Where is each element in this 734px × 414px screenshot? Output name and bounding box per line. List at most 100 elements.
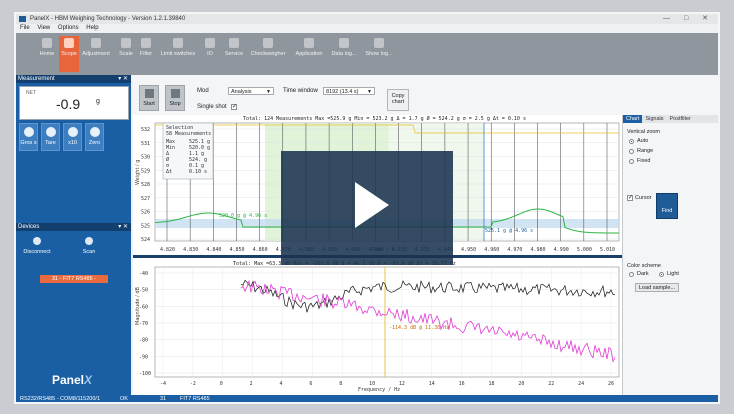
- tab-data-log[interactable]: Data log...: [330, 36, 358, 72]
- single-shot-checkbox[interactable]: ✓: [231, 104, 237, 110]
- gross-button[interactable]: Gros s: [19, 123, 38, 151]
- tab-checkweigher[interactable]: Checkweigher: [249, 36, 287, 72]
- tab-signals[interactable]: Signals: [642, 115, 666, 123]
- copy-chart-button[interactable]: Copy chart: [387, 89, 409, 111]
- cursor-checkbox[interactable]: ✓: [627, 195, 633, 201]
- find-button[interactable]: Find: [656, 193, 678, 219]
- scale-icon: [121, 38, 131, 48]
- menu-options[interactable]: Options: [58, 25, 79, 31]
- spectrum-black: [240, 279, 616, 313]
- disconnect-label: Disconnect: [23, 249, 51, 255]
- scan-label: Scan: [82, 249, 96, 255]
- top-xtick: 4.980: [531, 247, 546, 253]
- scan-button[interactable]: Scan: [74, 237, 104, 255]
- stop-button[interactable]: Stop: [165, 85, 185, 111]
- zero-button[interactable]: Zero: [85, 123, 104, 151]
- x10-button[interactable]: x10: [63, 123, 82, 151]
- zero-label: Zero: [88, 140, 101, 146]
- tab-label: IO: [207, 51, 213, 57]
- bottom-xtick: -2: [190, 381, 196, 387]
- bottom-annotation: -114.3 dB @ 11.38 Hz: [389, 325, 449, 331]
- top-ytick: 532: [141, 127, 150, 133]
- play-icon[interactable]: [355, 182, 389, 228]
- zoom-range-radio[interactable]: [629, 149, 634, 154]
- app-icon: [304, 38, 314, 48]
- device-item[interactable]: 31 - FIT7 RS485 -: [40, 275, 108, 283]
- time-window-value: 8192 (13.4 s): [326, 89, 359, 95]
- status-bar: RS232/RS485 - COM8/115200/1 OK 31 FIT7 R…: [16, 395, 718, 402]
- bottom-xtick: 22: [548, 381, 554, 387]
- panel-pin-icon[interactable]: ▾ ✕: [118, 223, 128, 231]
- plug-icon: [33, 237, 41, 245]
- bottom-xtick: 4: [279, 381, 282, 387]
- scheme-light-label: Light: [667, 271, 679, 277]
- tare-button[interactable]: Tare: [41, 123, 60, 151]
- settings-tabs: Chart Signals Postfilter: [623, 115, 718, 123]
- menu-help[interactable]: Help: [86, 25, 98, 31]
- top-xtick: 4.950: [461, 247, 476, 253]
- window-controls[interactable]: — □ ✕: [663, 14, 714, 24]
- play-icon: [145, 89, 154, 98]
- zoom-auto-label: Auto: [637, 138, 649, 144]
- tab-label: Checkweigher: [250, 51, 286, 57]
- top-ytick: 525: [141, 223, 150, 229]
- chevron-down-icon: ▼: [367, 89, 372, 95]
- mod-select[interactable]: Analysis ▼: [228, 87, 274, 95]
- menu-file[interactable]: File: [20, 25, 30, 31]
- bottom-xtick: -4: [160, 381, 166, 387]
- bottom-plot-frame: [154, 266, 620, 378]
- tab-chart[interactable]: Chart: [623, 115, 643, 123]
- bottom-ytick: -80: [139, 338, 148, 344]
- load-sample-button[interactable]: Load sample...: [635, 283, 679, 292]
- time-window-select[interactable]: 8192 (13.4 s) ▼: [323, 87, 375, 95]
- tab-label: Home: [39, 51, 55, 57]
- tab-application[interactable]: Application: [292, 36, 326, 72]
- tab-service[interactable]: Service: [223, 36, 245, 72]
- menu-view[interactable]: View: [37, 25, 50, 31]
- tare-icon: [46, 127, 56, 137]
- bottom-xtick: 26: [608, 381, 614, 387]
- status-device: FIT7 RS485: [180, 396, 210, 402]
- scope-toolbar: Start Stop Mod Analysis ▼ Single shot ✓ T…: [133, 75, 718, 116]
- tab-filter[interactable]: Filter: [136, 36, 156, 72]
- x10-icon: [68, 127, 78, 137]
- logo-x: X: [84, 373, 93, 387]
- tab-scale[interactable]: Scale: [116, 36, 136, 72]
- gross-label: Gros s: [20, 140, 37, 146]
- tab-label: Scale: [119, 51, 133, 57]
- start-button[interactable]: Start: [139, 85, 159, 111]
- tab-show-log[interactable]: Show log...: [364, 36, 394, 72]
- top-ytick: 527: [141, 196, 150, 202]
- tab-adjustment[interactable]: Adjustment: [82, 36, 110, 72]
- tab-io[interactable]: IO: [200, 36, 220, 72]
- tab-postfilter[interactable]: Postfilter: [667, 115, 694, 123]
- bottom-xtick: 2: [250, 381, 253, 387]
- zoom-fixed-radio[interactable]: [629, 159, 634, 164]
- devices-header: Devices ▾ ✕: [16, 223, 131, 231]
- status-port: RS232/RS485 - COM8/115200/1: [20, 396, 100, 402]
- bottom-xtick: 14: [429, 381, 435, 387]
- top-xtick: 4.840: [206, 247, 221, 253]
- chart-settings-panel: Chart Signals Postfilter Vertical zoom Aut…: [622, 115, 718, 395]
- zoom-auto-radio[interactable]: [629, 139, 634, 144]
- disconnect-button[interactable]: Disconnect: [22, 237, 52, 255]
- tab-label: Scope: [61, 51, 77, 57]
- scheme-dark-radio[interactable]: [629, 272, 634, 277]
- top-summary: Total: 124 Measurements Max =525.9 g Min…: [243, 115, 526, 122]
- limit-icon: [173, 38, 183, 48]
- left-panel: Measurement ▾ ✕ NET -0.9 g Gros s Tare x1…: [16, 75, 131, 395]
- spectrum-magenta: [240, 279, 616, 363]
- mod-label: Mod: [197, 88, 209, 94]
- tare-label: Tare: [45, 140, 56, 146]
- time-window-label: Time window: [283, 88, 318, 94]
- window-title: PanelX - HBM Weighing Technology - Versi…: [30, 16, 186, 22]
- cursor-label: Cursor: [635, 195, 652, 201]
- measurement-header: Measurement ▾ ✕: [16, 75, 131, 83]
- tab-label: Show log...: [365, 51, 393, 57]
- scheme-light-radio[interactable]: [659, 272, 664, 277]
- tab-home[interactable]: Home: [37, 36, 57, 72]
- tab-scope[interactable]: Scope: [59, 36, 79, 72]
- panel-pin-icon[interactable]: ▾ ✕: [118, 75, 128, 83]
- bottom-xtick: 0: [220, 381, 223, 387]
- tab-limit-switches[interactable]: Limit switches: [160, 36, 196, 72]
